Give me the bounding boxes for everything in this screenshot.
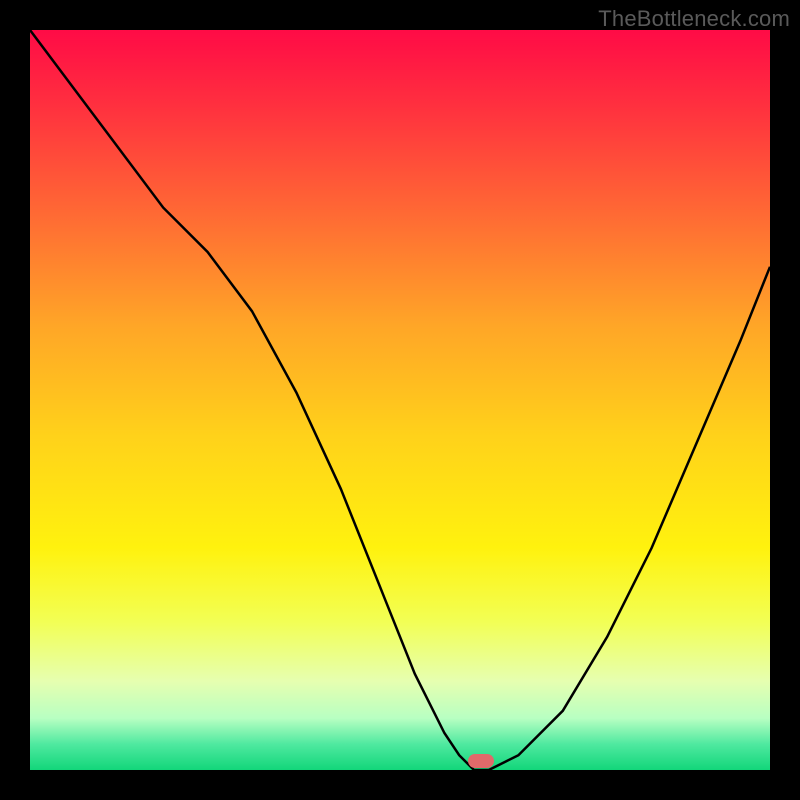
curve-path bbox=[30, 30, 770, 770]
bottleneck-curve bbox=[30, 30, 770, 770]
plot-area bbox=[30, 30, 770, 770]
chart-frame: TheBottleneck.com bbox=[0, 0, 800, 800]
optimum-marker bbox=[468, 754, 494, 768]
watermark-text: TheBottleneck.com bbox=[598, 6, 790, 32]
